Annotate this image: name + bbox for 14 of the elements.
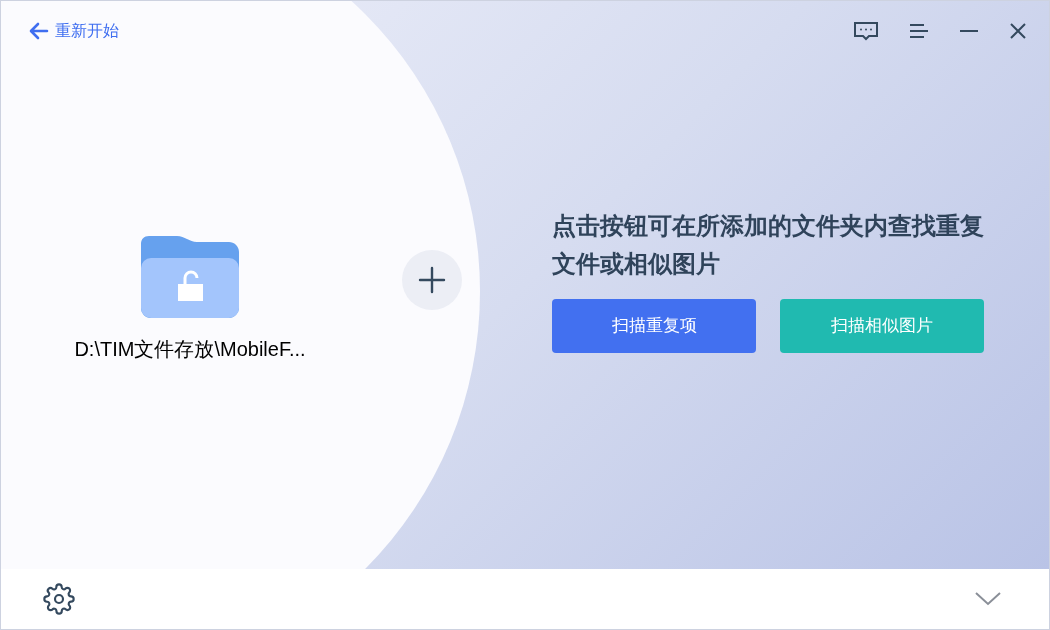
menu-icon[interactable] bbox=[909, 23, 929, 39]
chat-bubble-icon[interactable] bbox=[853, 21, 879, 41]
back-link[interactable]: 重新开始 bbox=[29, 19, 119, 43]
close-icon[interactable] bbox=[1009, 22, 1027, 40]
scan-button[interactable]: 扫描重复项 bbox=[552, 299, 756, 353]
arrow-left-icon bbox=[29, 22, 49, 40]
folder-path: D:\TIM文件存放\MobileF... bbox=[74, 337, 306, 362]
settings-icon[interactable] bbox=[43, 583, 75, 615]
minimize-icon[interactable] bbox=[959, 29, 979, 33]
folder-icon bbox=[141, 236, 239, 318]
scan-button[interactable]: 扫描相似图片 bbox=[780, 299, 984, 353]
instruction-text: 点击按钮可在所添加的文件夹内查找重复文件或相似图片 bbox=[552, 211, 985, 279]
chevron-down-icon[interactable] bbox=[975, 592, 1001, 606]
plus-icon bbox=[418, 266, 446, 294]
